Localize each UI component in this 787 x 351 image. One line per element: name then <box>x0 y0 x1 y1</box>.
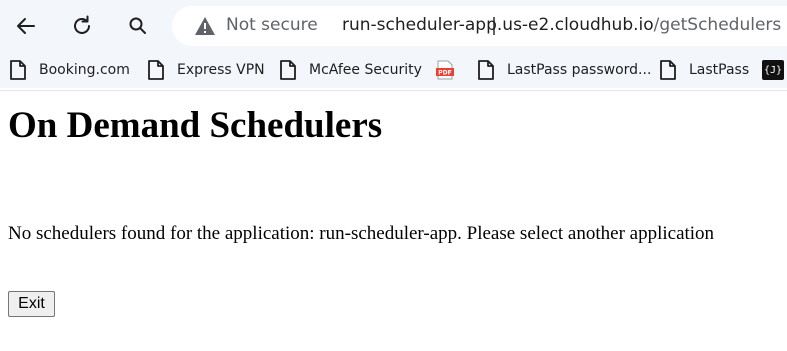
bookmark-express-vpn[interactable]: Express VPN <box>147 58 265 82</box>
search-button[interactable] <box>122 10 154 42</box>
no-schedulers-message: No schedulers found for the application:… <box>8 223 715 244</box>
warning-icon <box>195 17 215 35</box>
back-arrow-icon <box>17 18 35 34</box>
reload-button[interactable] <box>66 10 98 42</box>
bookmark-lastpass[interactable]: LastPass <box>659 58 749 82</box>
page-title: On Demand Schedulers <box>8 105 383 146</box>
page-icon <box>478 60 494 80</box>
url-host: run-scheduler-app.us-e2.cloudhub.io <box>342 15 654 35</box>
json-icon-label: {J} <box>763 64 783 76</box>
bookmark-label: Express VPN <box>177 62 265 78</box>
address-bar[interactable]: Not secure run-scheduler-app.us-e2.cloud… <box>172 6 787 46</box>
bookmark-lastpass-password[interactable]: LastPass password... <box>477 58 651 82</box>
url-text[interactable]: run-scheduler-app.us-e2.cloudhub.io/getS… <box>342 15 781 35</box>
svg-text:PDF: PDF <box>438 70 451 77</box>
page-icon <box>148 60 164 80</box>
bookmark-label: LastPass password... <box>507 62 652 78</box>
search-icon <box>129 17 146 34</box>
bookmark-mcafee[interactable]: McAfee Security <box>279 58 422 82</box>
back-button[interactable] <box>10 10 42 42</box>
bookmark-label: McAfee Security <box>309 62 422 78</box>
pdf-icon[interactable]: PDF <box>435 60 455 80</box>
page-icon <box>280 60 296 80</box>
reload-icon <box>74 15 90 34</box>
exit-button[interactable]: Exit <box>8 291 55 317</box>
page-icon <box>660 60 676 80</box>
bookmark-booking[interactable]: Booking.com <box>9 58 130 82</box>
json-bookmark-icon[interactable]: {J} <box>762 60 784 80</box>
url-path: /getSchedulers <box>653 15 782 35</box>
chrome-divider <box>0 90 787 91</box>
bookmarks-bar: Booking.com Express VPN McAfee Security … <box>0 52 787 88</box>
browser-toolbar: Not secure run-scheduler-app.us-e2.cloud… <box>0 0 787 52</box>
security-status-label[interactable]: Not secure <box>226 15 318 35</box>
bookmark-label: Booking.com <box>39 62 130 78</box>
page-icon <box>10 60 26 80</box>
bookmark-label: LastPass <box>689 62 750 78</box>
